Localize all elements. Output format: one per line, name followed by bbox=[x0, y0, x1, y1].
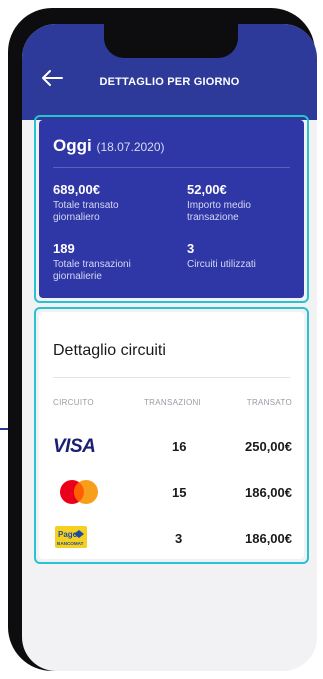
transactions-count: 16 bbox=[172, 439, 187, 454]
summary-title: Oggi (18.07.2020) bbox=[53, 136, 165, 155]
stat-value: 189 bbox=[53, 241, 75, 256]
stat-total-transactions: 189 Totale transazioni giornalierie bbox=[53, 241, 163, 283]
circuits-detail-card: Dettaglio circuiti CIRCUITO TRANSAZIONI … bbox=[39, 312, 304, 559]
pagobancomat-logo-icon: Pago BANCOMAT bbox=[55, 526, 87, 548]
page-title: DETTAGLIO PER GIORNO bbox=[99, 76, 240, 88]
stat-label: Totale transazioni giornalierie bbox=[53, 259, 131, 282]
stat-value: 52,00€ bbox=[187, 182, 227, 197]
stat-circuits-used: 3 Circuiti utilizzati bbox=[187, 241, 297, 271]
phone-notch bbox=[104, 24, 238, 58]
column-header-circuit: CIRCUITO bbox=[53, 398, 94, 407]
visa-logo: VISA bbox=[53, 436, 96, 457]
daily-summary-card: Oggi (18.07.2020) 689,00€ Totale transat… bbox=[39, 120, 304, 298]
circuits-title: Dettaglio circuiti bbox=[53, 342, 166, 359]
column-header-amount: TRANSATO bbox=[246, 398, 292, 407]
transacted-amount: 186,00€ bbox=[245, 531, 292, 546]
summary-date: (18.07.2020) bbox=[96, 140, 165, 154]
svg-text:BANCOMAT: BANCOMAT bbox=[57, 541, 84, 546]
stat-value: 689,00€ bbox=[53, 182, 100, 197]
stat-value: 3 bbox=[187, 241, 195, 256]
column-header-transactions: TRANSAZIONI bbox=[144, 398, 202, 407]
stat-average-amount: 52,00€ Importo medio transazione bbox=[187, 182, 297, 224]
table-row: VISA 16 250,00€ bbox=[39, 425, 304, 465]
transacted-amount: 250,00€ bbox=[245, 439, 292, 454]
mastercard-logo-icon bbox=[60, 480, 98, 504]
screen: DETTAGLIO PER GIORNO Oggi (18.07.2020) 6… bbox=[22, 24, 317, 671]
stat-label: Totale transato giornaliero bbox=[53, 200, 119, 223]
transacted-amount: 186,00€ bbox=[245, 485, 292, 500]
summary-divider bbox=[53, 167, 290, 168]
table-row: Pago BANCOMAT 3 186,00€ bbox=[39, 517, 304, 557]
table-row: 15 186,00€ bbox=[39, 471, 304, 511]
stat-label: Circuiti utilizzati bbox=[187, 259, 256, 270]
circuits-divider bbox=[53, 377, 290, 378]
transactions-count: 15 bbox=[172, 485, 187, 500]
transactions-count: 3 bbox=[175, 531, 183, 546]
stat-total-amount: 689,00€ Totale transato giornaliero bbox=[53, 182, 163, 224]
phone-frame: DETTAGLIO PER GIORNO Oggi (18.07.2020) 6… bbox=[8, 8, 317, 671]
stat-label: Importo medio transazione bbox=[187, 200, 251, 223]
